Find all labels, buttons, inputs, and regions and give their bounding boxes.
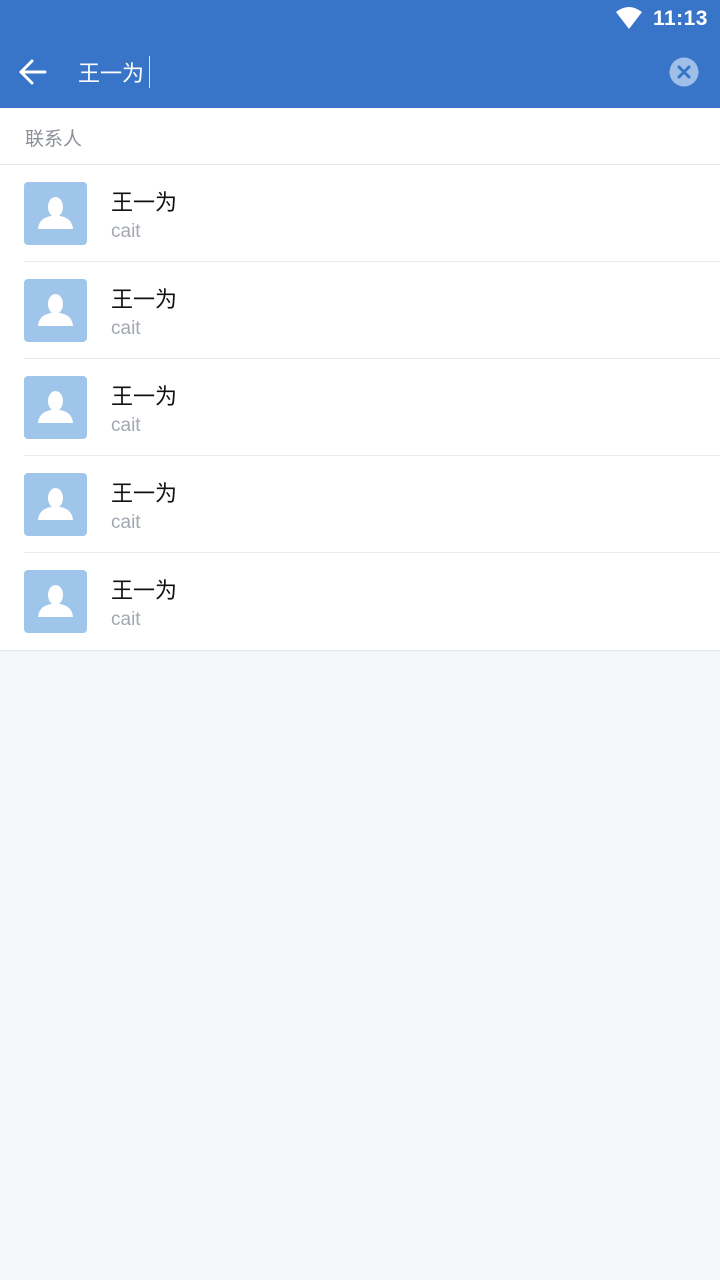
search-input[interactable] xyxy=(78,50,638,94)
contact-row[interactable]: 王一为 cait xyxy=(0,553,720,650)
wifi-icon xyxy=(615,6,643,30)
section-title: 联系人 xyxy=(25,128,83,150)
contact-subtitle: cait xyxy=(111,415,141,436)
arrow-left-icon xyxy=(12,59,52,96)
contacts-section-header: 联系人 xyxy=(0,108,720,165)
contact-subtitle: cait xyxy=(111,609,141,630)
contact-row[interactable]: 王一为 cait xyxy=(0,262,720,359)
contact-name: 王一为 xyxy=(111,288,178,313)
avatar xyxy=(24,473,87,536)
status-time: 11:13 xyxy=(652,7,708,30)
contact-subtitle: cait xyxy=(111,512,141,533)
contact-name: 王一为 xyxy=(111,385,178,410)
clear-search-button[interactable] xyxy=(669,57,699,87)
back-button[interactable] xyxy=(12,52,52,92)
search-contacts-screen: 11:13 联系人 xyxy=(0,0,720,1280)
contact-name: 王一为 xyxy=(111,191,178,216)
contact-row[interactable]: 王一为 cait xyxy=(0,359,720,456)
contact-subtitle: cait xyxy=(111,221,141,242)
status-bar: 11:13 xyxy=(0,0,720,36)
avatar xyxy=(24,570,87,633)
avatar xyxy=(24,279,87,342)
contact-row[interactable]: 王一为 cait xyxy=(0,165,720,262)
contact-list: 王一为 cait 王一为 cait 王一为 cait 王一为 cait 王一为 … xyxy=(0,165,720,651)
contact-name: 王一为 xyxy=(111,482,178,507)
app-header: 11:13 xyxy=(0,0,720,108)
avatar xyxy=(24,376,87,439)
contact-subtitle: cait xyxy=(111,318,141,339)
contact-name: 王一为 xyxy=(111,579,178,604)
contact-row[interactable]: 王一为 cait xyxy=(0,456,720,553)
close-circle-icon xyxy=(669,57,699,91)
avatar xyxy=(24,182,87,245)
text-cursor xyxy=(149,56,150,88)
